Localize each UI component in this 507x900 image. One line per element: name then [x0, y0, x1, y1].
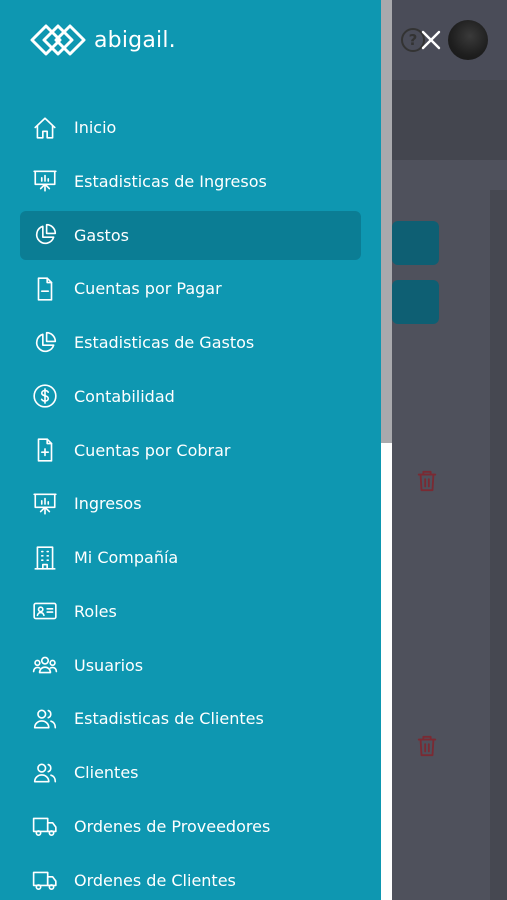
sidebar-item-label: Cuentas por Cobrar	[74, 440, 231, 460]
sidebar-item-label: Gastos	[74, 225, 129, 245]
background-content	[381, 160, 507, 900]
pie-chart-icon	[31, 221, 59, 249]
close-icon[interactable]	[418, 27, 444, 53]
sidebar-item-label: Ordenes de Clientes	[74, 870, 236, 890]
sidebar-item-inicio[interactable]: Inicio	[20, 103, 361, 152]
background-band	[381, 80, 507, 160]
sidebar-item-label: Estadisticas de Ingresos	[74, 171, 267, 191]
dollar-circle-icon	[31, 382, 59, 410]
brand-name: abigail.	[94, 27, 176, 53]
sidebar-item-label: Estadisticas de Clientes	[74, 709, 264, 729]
brand-logo: abigail.	[30, 20, 176, 60]
sidebar-item-gastos[interactable]: Gastos	[20, 210, 361, 260]
background-primary-button	[392, 221, 439, 265]
sidebar-item-label: Roles	[74, 601, 117, 621]
sidebar-item-estadisticas-de-gastos[interactable]: Estadisticas de Gastos	[20, 318, 361, 367]
sidebar-item-label: Ingresos	[74, 494, 142, 514]
sidebar-item-contabilidad[interactable]: Contabilidad	[20, 372, 361, 421]
home-icon	[31, 114, 59, 142]
sidebar-nav: Inicio Estadisticas de Ingresos Gastos C…	[20, 103, 361, 900]
sidebar-item-estadisticas-de-ingresos[interactable]: Estadisticas de Ingresos	[20, 157, 361, 206]
truck-icon	[31, 866, 59, 894]
user-group-icon	[31, 651, 59, 679]
sidebar-item-label: Estadisticas de Gastos	[74, 333, 255, 353]
sidebar-item-cuentas-por-pagar[interactable]: Cuentas por Pagar	[20, 264, 361, 313]
id-card-icon	[31, 597, 59, 625]
pie-chart-icon	[31, 329, 59, 357]
sidebar-item-label: Mi Compañía	[74, 548, 179, 568]
navigation-drawer: abigail. Inicio Estadisticas de Ingresos…	[0, 0, 381, 900]
sidebar-item-clientes[interactable]: Clientes	[20, 748, 361, 797]
truck-icon	[31, 812, 59, 840]
users-icon	[31, 759, 59, 787]
sidebar-item-label: Inicio	[74, 118, 117, 137]
avatar	[448, 20, 488, 60]
sidebar-item-ordenes-de-clientes[interactable]: Ordenes de Clientes	[20, 856, 361, 900]
sidebar-item-ingresos[interactable]: Ingresos	[20, 479, 361, 528]
trash-icon	[417, 470, 437, 492]
drawer-scrollbar-thumb[interactable]	[381, 0, 392, 443]
document-minus-icon	[31, 275, 59, 303]
background-secondary-button	[392, 280, 439, 324]
document-plus-icon	[31, 436, 59, 464]
sidebar-item-label: Ordenes de Proveedores	[74, 816, 271, 836]
users-icon	[31, 705, 59, 733]
sidebar-item-ordenes-de-proveedores[interactable]: Ordenes de Proveedores	[20, 802, 361, 851]
sidebar-item-usuarios[interactable]: Usuarios	[20, 641, 361, 690]
sidebar-item-label: Usuarios	[74, 655, 144, 675]
sidebar-item-label: Clientes	[74, 763, 139, 783]
background-right-strip	[490, 190, 507, 900]
building-icon	[31, 544, 59, 572]
presentation-chart-icon	[31, 167, 59, 195]
presentation-chart-icon	[31, 490, 59, 518]
sidebar-item-label: Cuentas por Pagar	[74, 279, 222, 299]
sidebar-item-label: Contabilidad	[74, 386, 175, 406]
sidebar-item-estadisticas-de-clientes[interactable]: Estadisticas de Clientes	[20, 694, 361, 743]
abigail-logo-icon	[30, 24, 86, 56]
trash-icon	[417, 735, 437, 757]
sidebar-item-mi-compania[interactable]: Mi Compañía	[20, 533, 361, 582]
sidebar-item-cuentas-por-cobrar[interactable]: Cuentas por Cobrar	[20, 426, 361, 475]
sidebar-item-roles[interactable]: Roles	[20, 587, 361, 636]
